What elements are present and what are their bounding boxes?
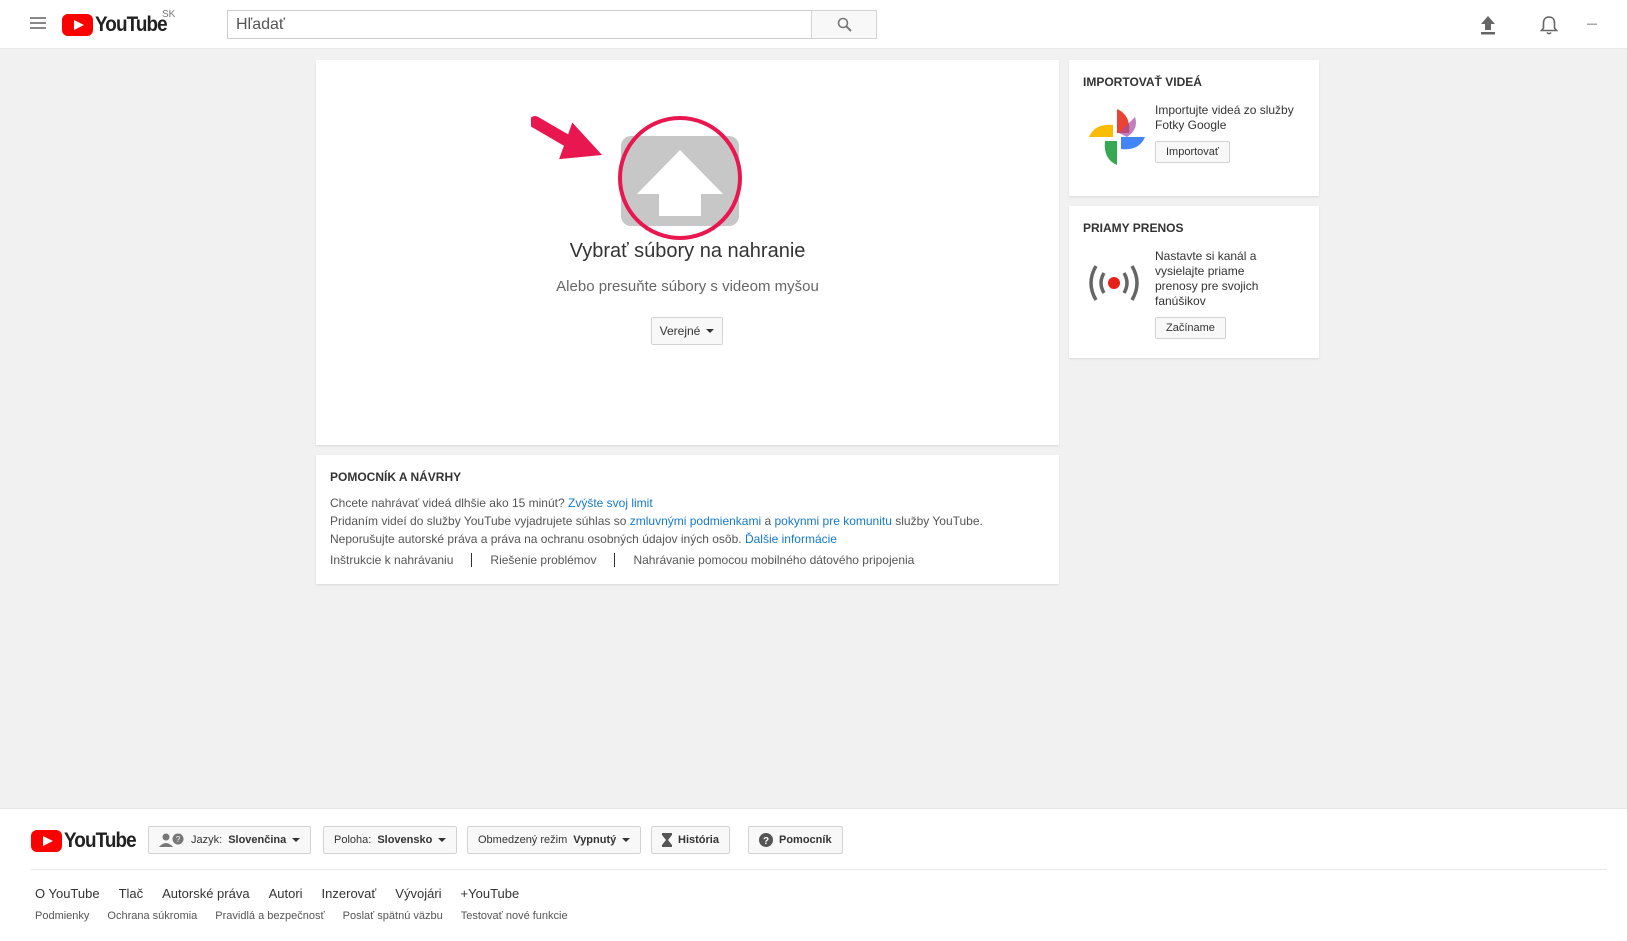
menu-icon[interactable] — [30, 17, 46, 31]
search-button[interactable] — [811, 10, 877, 39]
upload-arrow-icon[interactable] — [531, 112, 761, 242]
help-card: POMOCNÍK A NÁVRHY Chcete nahrávať videá … — [316, 455, 1059, 584]
copyright-link[interactable]: Autorské práva — [162, 886, 249, 901]
footer-secondary-links: Podmienky Ochrana súkromia Pravidlá a be… — [35, 910, 568, 922]
learn-more-link[interactable]: Ďalšie informácie — [745, 532, 837, 546]
youtube-play-icon — [62, 14, 93, 36]
privacy-label: Verejné — [659, 324, 701, 338]
increase-limit-link[interactable]: Zvýšte svoj limit — [568, 496, 653, 510]
caret-down-icon — [706, 329, 715, 333]
help-label: Pomocník — [779, 834, 832, 846]
location-picker[interactable]: Poloha: Slovensko — [323, 826, 458, 854]
caret-down-icon — [622, 838, 631, 842]
history-label: História — [678, 834, 719, 846]
test-new-features-link[interactable]: Testovať nové funkcie — [461, 910, 568, 922]
search-input[interactable]: Hľadať — [227, 10, 812, 39]
svg-text:?: ? — [176, 835, 181, 844]
help-line-2b: a — [764, 514, 772, 528]
caret-down-icon — [292, 838, 301, 842]
location-label: Poloha: — [334, 834, 372, 846]
logo-text: YouTube — [95, 13, 168, 36]
help-line-1: Chcete nahrávať videá dlhšie ako 15 minú… — [330, 496, 565, 510]
help-line-3: Neporušujte autorské práva a práva na oc… — [330, 532, 742, 546]
privacy-dropdown[interactable]: Verejné — [651, 317, 723, 345]
mobile-upload-link[interactable]: Nahrávanie pomocou mobilného dátového pr… — [614, 553, 932, 567]
footer-logo-text: YouTube — [64, 829, 137, 852]
live-text: Nastavte si kanál a vysielajte priame pr… — [1155, 249, 1259, 308]
youtube-logo[interactable]: YouTube — [62, 13, 175, 37]
live-card: PRIAMY PRENOS Nastavte si kanál a vysiel… — [1069, 206, 1319, 358]
help-icon: ? — [759, 833, 773, 847]
masthead: YouTube SK Hľadať ▬▬ — [0, 0, 1627, 49]
help-text: Chcete nahrávať videá dlhšie ako 15 minú… — [330, 494, 1045, 548]
upload-instructions-link[interactable]: Inštrukcie k nahrávaniu — [330, 553, 471, 567]
caret-down-icon — [438, 838, 447, 842]
about-link[interactable]: O YouTube — [35, 886, 100, 901]
youtube-play-icon — [31, 830, 62, 852]
get-started-button[interactable]: Začíname — [1155, 317, 1226, 339]
import-button[interactable]: Importovať — [1155, 141, 1231, 163]
upload-title[interactable]: Vybrať súbory na nahranie — [316, 240, 1059, 263]
location-value: Slovensko — [377, 834, 433, 846]
footer: YouTube ? Jazyk: Slovenčina Poloha: Sloven… — [0, 808, 1627, 941]
terms-footer-link[interactable]: Podmienky — [35, 910, 89, 922]
avatar[interactable]: ▬▬ — [1578, 14, 1606, 34]
policy-safety-link[interactable]: Pravidlá a bezpečnosť — [215, 910, 324, 922]
google-photos-icon — [1089, 109, 1145, 165]
help-links: Inštrukcie k nahrávaniu Riešenie problém… — [330, 553, 1045, 567]
footer-divider — [31, 869, 1607, 870]
country-code: SK — [162, 9, 176, 20]
hourglass-icon — [662, 833, 672, 847]
plus-youtube-link[interactable]: +YouTube — [461, 886, 520, 901]
help-title: POMOCNÍK A NÁVRHY — [330, 470, 462, 484]
upload-subtitle: Alebo presuňte súbory s videom myšou — [556, 278, 819, 295]
upload-card: Vybrať súbory na nahranie Alebo presuňte… — [316, 60, 1059, 445]
import-card: IMPORTOVAŤ VIDEÁ Importujte videá zo slu… — [1069, 60, 1319, 196]
troubleshooting-link[interactable]: Riešenie problémov — [471, 553, 614, 567]
language-value: Slovenčina — [228, 834, 287, 846]
restricted-mode-picker[interactable]: Obmedzený režim Vypnutý — [467, 826, 642, 854]
privacy-link[interactable]: Ochrana súkromia — [107, 910, 197, 922]
upload-icon[interactable] — [1477, 14, 1499, 36]
footer-primary-links: O YouTube Tlač Autorské práva Autori Inz… — [35, 886, 519, 901]
footer-logo[interactable]: YouTube — [31, 829, 144, 853]
community-guidelines-link[interactable]: pokynmi pre komunitu — [775, 514, 892, 528]
creators-link[interactable]: Autori — [269, 886, 303, 901]
help-line-2a: Pridaním videí do služby YouTube vyjadru… — [330, 514, 627, 528]
help-line-2c: služby YouTube. — [895, 514, 983, 528]
help-button[interactable]: ? Pomocník — [748, 826, 843, 854]
live-title: PRIAMY PRENOS — [1083, 221, 1184, 235]
import-text: Importujte videá zo služby Fotky Google — [1155, 103, 1294, 132]
send-feedback-link[interactable]: Poslať spätnú väzbu — [343, 910, 443, 922]
import-title: IMPORTOVAŤ VIDEÁ — [1083, 75, 1202, 89]
svg-text:?: ? — [763, 836, 769, 847]
restricted-value: Vypnutý — [573, 834, 617, 846]
notifications-icon[interactable] — [1538, 14, 1560, 36]
history-button[interactable]: História — [651, 826, 730, 854]
developers-link[interactable]: Vývojári — [395, 886, 441, 901]
restricted-label: Obmedzený režim — [478, 834, 568, 846]
live-broadcast-icon — [1089, 265, 1139, 301]
press-link[interactable]: Tlač — [119, 886, 144, 901]
advertise-link[interactable]: Inzerovať — [322, 886, 377, 901]
language-picker[interactable]: ? Jazyk: Slovenčina — [148, 826, 312, 854]
language-icon: ? — [159, 833, 184, 847]
language-label: Jazyk: — [191, 834, 223, 846]
search-icon — [837, 17, 852, 32]
terms-link[interactable]: zmluvnými podmienkami — [630, 514, 761, 528]
